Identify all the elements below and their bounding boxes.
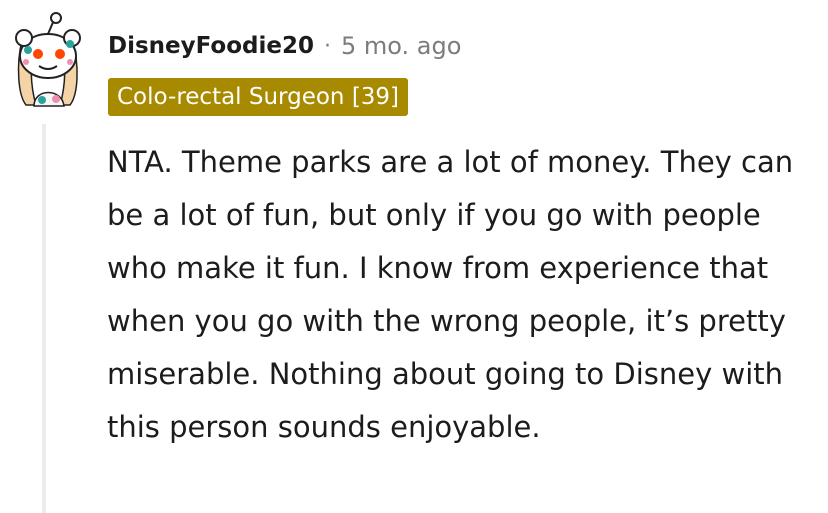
comment-body-text: NTA. Theme parks are a lot of money. The…	[107, 145, 794, 444]
comment-header: DisneyFoodie20 · 5 mo. ago	[108, 28, 461, 64]
username-link[interactable]: DisneyFoodie20	[108, 33, 314, 59]
snoo-avatar-icon	[15, 12, 81, 107]
comment-timestamp[interactable]: 5 mo. ago	[341, 32, 461, 60]
user-flair-badge: Colo-rectal Surgeon [39]	[108, 78, 409, 116]
comment-body: NTA. Theme parks are a lot of money. The…	[107, 136, 817, 454]
meta-separator: ·	[323, 33, 331, 59]
thread-line[interactable]	[42, 124, 46, 513]
user-avatar[interactable]	[8, 10, 90, 110]
